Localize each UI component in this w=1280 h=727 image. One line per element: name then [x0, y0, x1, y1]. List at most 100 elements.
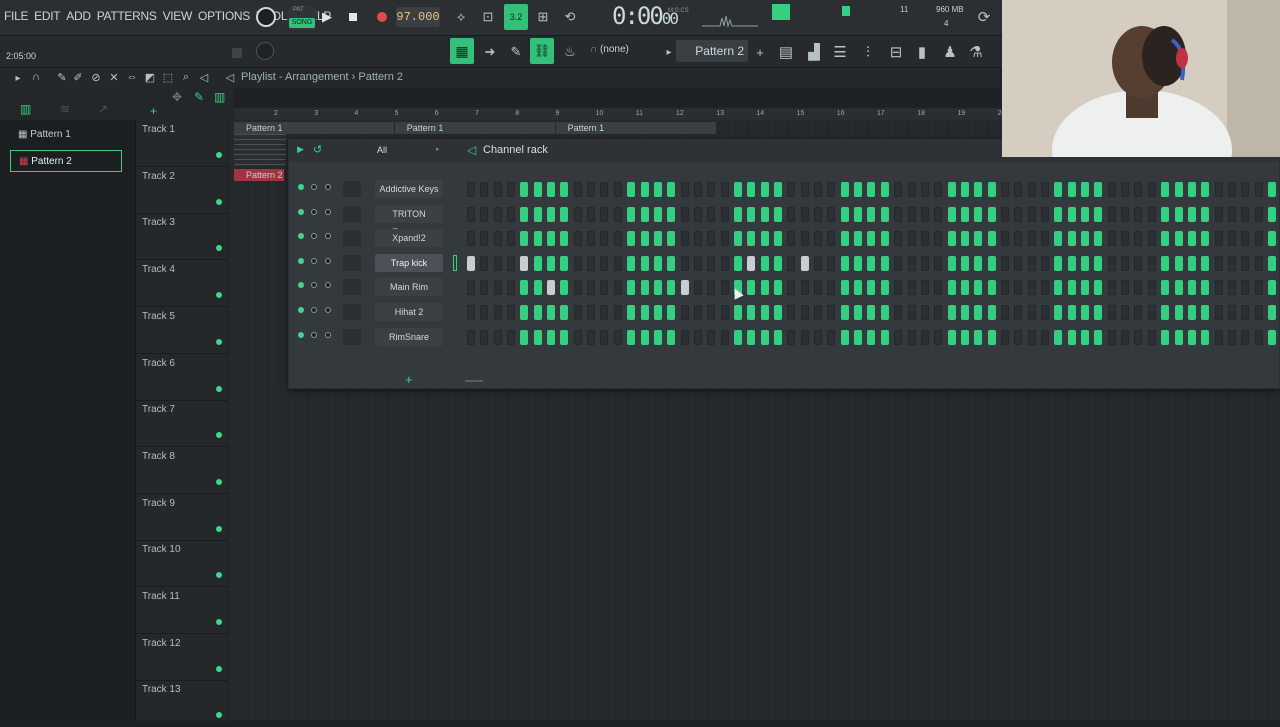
step-button[interactable] [854, 206, 863, 222]
channel-pan-knob[interactable] [325, 307, 331, 313]
step-button[interactable] [1241, 280, 1250, 296]
channel-rack-icon[interactable]: ☰ [830, 42, 850, 62]
step-button[interactable] [880, 329, 889, 345]
step-button[interactable] [667, 182, 676, 197]
step-button[interactable] [467, 280, 475, 296]
step-button[interactable] [840, 182, 849, 197]
step-button[interactable] [800, 280, 809, 296]
tempo-display[interactable]: 97.000 [396, 7, 440, 27]
step-button[interactable] [1027, 305, 1036, 320]
channel-pan-knob[interactable] [325, 233, 331, 240]
step-button[interactable] [547, 255, 555, 271]
step-button[interactable] [573, 329, 582, 345]
step-button[interactable] [854, 305, 863, 320]
step-button[interactable] [1054, 280, 1063, 296]
channel-mixer-track[interactable] [343, 205, 361, 222]
playlist-clip[interactable]: Pattern 1 [555, 122, 716, 134]
step-button[interactable] [787, 182, 796, 197]
channel-row[interactable]: RimSnare [289, 326, 1280, 348]
step-button[interactable] [987, 231, 996, 247]
step-button[interactable] [773, 305, 782, 320]
step-button[interactable] [1094, 280, 1103, 296]
step-button[interactable] [1081, 329, 1089, 345]
step-button[interactable] [587, 231, 596, 247]
arrow-right-icon[interactable]: ➜ [482, 44, 498, 60]
pattern-selector[interactable]: Pattern 2 [676, 40, 748, 62]
step-button[interactable] [560, 305, 569, 320]
step-button[interactable] [547, 329, 555, 345]
snap-selector[interactable]: ∩ (none) [590, 44, 629, 55]
menu-patterns[interactable]: PATTERNS [97, 9, 157, 23]
channel-row[interactable]: TRITON Extreme [289, 203, 1280, 237]
channel-mute-led-icon[interactable] [298, 233, 304, 240]
step-button[interactable] [747, 280, 756, 296]
step-button[interactable] [1201, 182, 1210, 197]
paint-icon[interactable]: ✐ [72, 70, 84, 84]
step-button[interactable] [653, 305, 662, 320]
audio-icon[interactable]: ≋ [60, 102, 72, 116]
step-button[interactable] [1107, 255, 1116, 271]
step-button[interactable] [867, 255, 876, 271]
step-button[interactable] [894, 231, 903, 247]
step-button[interactable] [787, 305, 796, 320]
step-button[interactable] [974, 182, 983, 197]
step-button[interactable] [1107, 329, 1116, 345]
step-button[interactable] [587, 280, 596, 296]
step-button[interactable] [960, 280, 969, 296]
step-button[interactable] [613, 305, 622, 320]
step-button[interactable] [827, 329, 836, 345]
step-button[interactable] [707, 206, 716, 222]
step-button[interactable] [1187, 231, 1196, 247]
channel-mute-led-icon[interactable] [298, 307, 304, 313]
step-button[interactable] [627, 206, 636, 222]
rack-swing-icon[interactable]: ↺ [313, 143, 322, 156]
step-button[interactable] [547, 305, 555, 320]
panel-handle[interactable] [232, 48, 242, 58]
step-button[interactable] [1001, 182, 1009, 197]
step-button[interactable] [907, 255, 916, 271]
step-button[interactable] [880, 206, 889, 222]
zoom-icon[interactable]: ⌕ [180, 70, 192, 84]
step-button[interactable] [560, 280, 569, 296]
step-button[interactable] [854, 255, 863, 271]
step-button[interactable] [680, 329, 689, 345]
step-button[interactable] [1081, 182, 1089, 197]
step-button[interactable] [1067, 206, 1076, 222]
step-button[interactable] [600, 305, 609, 320]
step-button[interactable] [1214, 206, 1223, 222]
step-button[interactable] [773, 329, 782, 345]
step-button[interactable] [653, 255, 662, 271]
step-button[interactable] [467, 206, 475, 222]
step-button[interactable] [800, 255, 809, 271]
step-button[interactable] [894, 182, 903, 197]
step-button[interactable] [1054, 231, 1063, 247]
step-button[interactable] [1054, 255, 1063, 271]
step-button[interactable] [627, 280, 636, 296]
step-button[interactable] [760, 329, 769, 345]
step-button[interactable] [1174, 182, 1183, 197]
step-button[interactable] [760, 206, 769, 222]
step-button[interactable] [587, 329, 596, 345]
step-button[interactable] [506, 329, 515, 345]
channel-mute-led-icon[interactable] [298, 282, 304, 289]
plugin-picker-icon[interactable]: ♟ [940, 42, 960, 62]
step-button[interactable] [1214, 329, 1223, 345]
speaker-icon[interactable]: ◁ [198, 70, 210, 84]
step-button[interactable] [1134, 255, 1143, 271]
step-button[interactable] [1067, 280, 1076, 296]
step-button[interactable] [547, 280, 555, 296]
step-button[interactable] [506, 280, 515, 296]
step-button[interactable] [720, 231, 729, 247]
step-button[interactable] [787, 206, 796, 222]
step-button[interactable] [1227, 280, 1236, 296]
step-button[interactable] [627, 182, 636, 197]
step-button[interactable] [1161, 329, 1170, 345]
step-button[interactable] [506, 206, 515, 222]
step-button[interactable] [1054, 329, 1063, 345]
step-button[interactable] [1040, 182, 1049, 197]
play-icon[interactable]: ▶ [320, 9, 334, 25]
step-button[interactable] [613, 206, 622, 222]
step-button[interactable] [1187, 206, 1196, 222]
step-button[interactable] [1001, 255, 1009, 271]
step-button[interactable] [1214, 305, 1223, 320]
